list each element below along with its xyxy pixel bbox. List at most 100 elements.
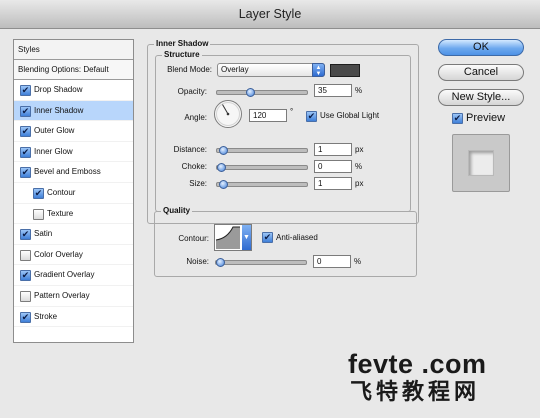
anti-aliased-label: Anti-aliased (276, 233, 318, 242)
style-item-inner-shadow[interactable]: ✔ Inner Shadow (14, 100, 133, 122)
blending-options-item[interactable]: Blending Options: Default (14, 60, 133, 80)
watermark-line1: fevte .com (348, 349, 487, 379)
style-checkbox[interactable]: ✔ (20, 85, 31, 96)
inner-shadow-title: Inner Shadow (154, 39, 211, 48)
blend-mode-value: Overlay (221, 65, 249, 74)
choke-unit: % (355, 162, 363, 171)
window-titlebar: Layer Style (0, 0, 540, 29)
style-item-contour[interactable]: ✔ Contour (14, 183, 133, 204)
style-checkbox[interactable]: ✔ (20, 311, 31, 323)
size-label: Size: (189, 179, 207, 188)
style-item-label: Satin (34, 229, 53, 239)
style-checkbox[interactable] (20, 249, 31, 261)
blend-color-swatch[interactable] (330, 64, 360, 77)
style-checkbox[interactable]: ✔ (20, 229, 31, 241)
opacity-unit: % (355, 86, 363, 95)
structure-group: Structure Blend Mode: Overlay ▲ ▼ Opacity… (155, 50, 411, 212)
contour-label: Contour: (178, 234, 209, 243)
blend-mode-select[interactable]: Overlay ▲ ▼ (217, 63, 325, 77)
noise-slider-knob[interactable] (216, 258, 225, 267)
style-item-drop-shadow[interactable]: ✔ Drop Shadow (14, 80, 133, 101)
style-item-label: Stroke (34, 311, 58, 321)
styles-header[interactable]: Styles (14, 40, 133, 60)
style-checkbox[interactable]: ✔ (20, 105, 31, 117)
quality-group: Quality Contour: ▼ ✔ Anti-aliased Noise:… (154, 206, 417, 277)
contour-curve-icon (215, 226, 240, 249)
blend-mode-label: Blend Mode: (167, 65, 212, 74)
opacity-label: Opacity: (177, 87, 207, 96)
style-item-label: Pattern Overlay (34, 290, 90, 300)
style-item-label: Gradient Overlay (34, 270, 95, 280)
styles-list: Styles Blending Options: Default ✔ Drop S… (13, 39, 134, 343)
window-title: Layer Style (238, 7, 302, 21)
opacity-slider-knob[interactable] (245, 88, 255, 97)
new-style-button[interactable]: New Style... (438, 89, 524, 106)
style-item-gradient-overlay[interactable]: ✔ Gradient Overlay (14, 265, 133, 286)
style-item-stroke[interactable]: ✔ Stroke (14, 307, 133, 328)
opacity-field[interactable]: 35 (314, 84, 352, 97)
structure-title: Structure (162, 50, 202, 59)
style-item-color-overlay[interactable]: Color Overlay (14, 245, 133, 266)
style-item-label: Color Overlay (34, 249, 83, 259)
opacity-slider[interactable] (216, 88, 308, 97)
angle-unit: ° (290, 107, 294, 116)
style-item-pattern-overlay[interactable]: Pattern Overlay (14, 286, 133, 307)
noise-slider[interactable] (215, 258, 307, 267)
cancel-button[interactable]: Cancel (438, 64, 524, 81)
style-item-label: Contour (47, 187, 76, 197)
distance-field[interactable]: 1 (314, 143, 352, 156)
contour-dropdown-icon[interactable]: ▼ (242, 225, 251, 250)
choke-slider[interactable] (216, 163, 308, 172)
distance-slider-knob[interactable] (218, 146, 228, 155)
preview-checkbox[interactable]: ✔ (452, 113, 463, 124)
distance-label: Distance: (173, 145, 207, 154)
style-checkbox[interactable]: ✔ (33, 187, 44, 199)
inner-shadow-group: Inner Shadow Structure Blend Mode: Overl… (147, 39, 419, 224)
ok-button[interactable]: OK (438, 39, 524, 56)
preview-label: Preview (466, 112, 506, 124)
noise-label: Noise: (186, 257, 209, 266)
watermark: fevte .com 飞特教程网 (348, 349, 528, 405)
size-slider[interactable] (216, 180, 308, 189)
style-item-satin[interactable]: ✔ Satin (14, 224, 133, 245)
choke-label: Choke: (181, 162, 207, 171)
style-checkbox[interactable]: ✔ (20, 167, 31, 179)
size-field[interactable]: 1 (314, 177, 352, 190)
style-checkbox[interactable] (33, 208, 44, 220)
contour-picker[interactable]: ▼ (214, 224, 252, 251)
style-item-label: Inner Glow (34, 146, 73, 156)
style-item-inner-glow[interactable]: ✔ Inner Glow (14, 142, 133, 163)
preview-inner-square (468, 150, 494, 176)
style-item-label: Bevel and Emboss (34, 167, 101, 177)
style-checkbox[interactable] (20, 290, 31, 302)
preview-swatch (452, 134, 510, 192)
angle-dial[interactable] (213, 99, 243, 129)
noise-field[interactable]: 0 (313, 255, 351, 268)
choke-field[interactable]: 0 (314, 160, 352, 173)
style-item-label: Texture (47, 208, 74, 218)
angle-label: Angle: (184, 113, 207, 122)
style-item-label: Drop Shadow (34, 85, 83, 94)
angle-field[interactable]: 120 (249, 109, 287, 122)
distance-slider[interactable] (216, 146, 308, 155)
use-global-light-label: Use Global Light (320, 111, 380, 120)
style-checkbox[interactable]: ✔ (20, 126, 31, 138)
use-global-light-checkbox[interactable]: ✔ (306, 111, 317, 122)
style-item-bevel-and-emboss[interactable]: ✔ Bevel and Emboss (14, 162, 133, 183)
choke-slider-knob[interactable] (217, 163, 226, 172)
anti-aliased-checkbox[interactable]: ✔ (262, 232, 273, 243)
style-checkbox[interactable]: ✔ (20, 270, 31, 282)
size-slider-knob[interactable] (218, 180, 228, 189)
watermark-line2: 飞特教程网 (350, 379, 481, 404)
distance-unit: px (355, 145, 364, 154)
noise-unit: % (354, 257, 362, 266)
select-arrows-icon: ▲ ▼ (312, 63, 325, 77)
style-item-texture[interactable]: Texture (14, 204, 133, 225)
size-unit: px (355, 179, 364, 188)
dialog-body: Styles Blending Options: Default ✔ Drop S… (0, 29, 540, 418)
style-item-outer-glow[interactable]: ✔ Outer Glow (14, 121, 133, 142)
style-item-label: Inner Shadow (34, 105, 84, 115)
style-item-label: Outer Glow (34, 126, 75, 136)
quality-title: Quality (161, 206, 193, 215)
style-checkbox[interactable]: ✔ (20, 146, 31, 158)
